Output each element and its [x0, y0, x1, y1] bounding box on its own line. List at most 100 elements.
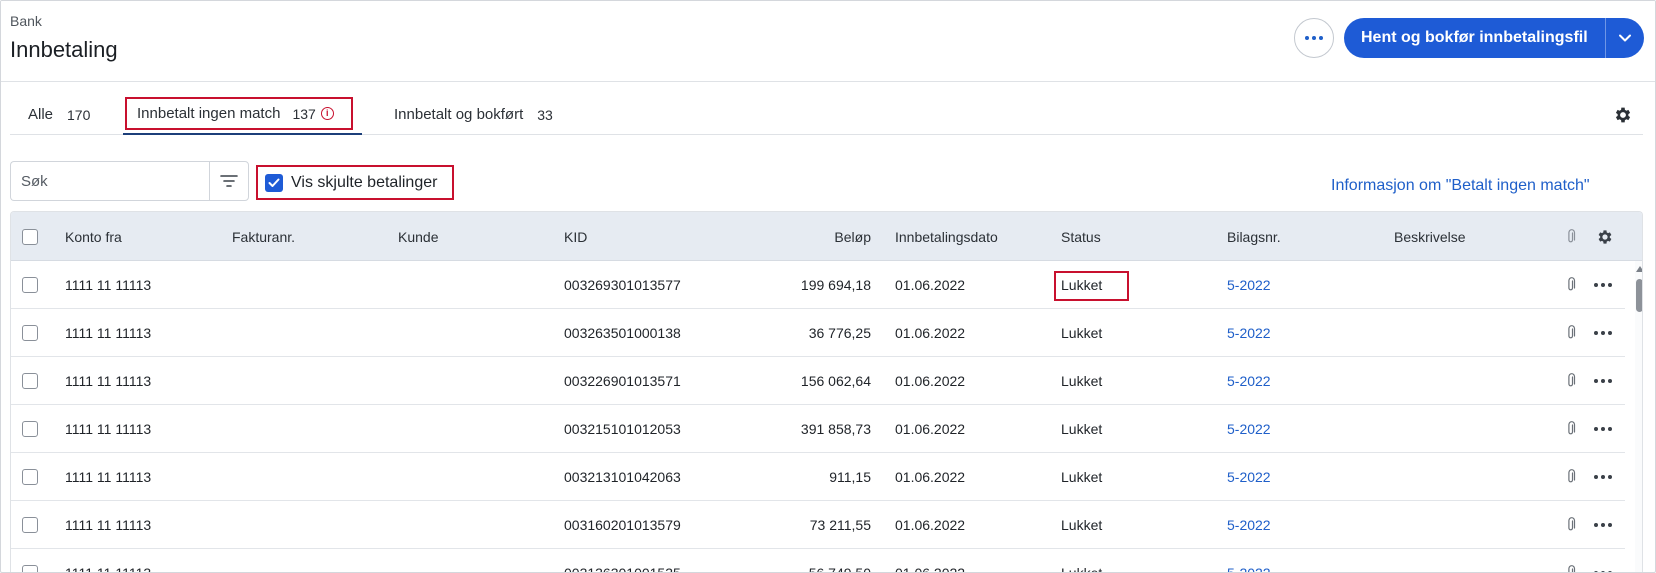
show-hidden-payments-checkbox[interactable]: Vis skjulte betalinger	[256, 165, 454, 200]
cell-status: Lukket	[1061, 277, 1103, 293]
attachment-icon[interactable]	[1566, 501, 1576, 549]
cell-bilagsnr-link[interactable]: 5-2022	[1227, 405, 1271, 453]
filter-icon	[220, 175, 238, 187]
table-header: Konto fra Fakturanr. Kunde KID Beløp Inn…	[11, 212, 1642, 261]
cell-kid: 003269301013577	[564, 277, 681, 293]
row-more-actions-button[interactable]	[1594, 309, 1612, 357]
tab-label: Innbetalt og bokført	[394, 106, 524, 123]
attachment-icon[interactable]	[1566, 261, 1576, 309]
cell-bilagsnr-link[interactable]: 5-2022	[1227, 501, 1271, 549]
cell-status: Lukket	[1061, 469, 1103, 485]
cell-kid: 003213101042063	[564, 469, 681, 485]
tab-innbetalt-ingen-match[interactable]: Innbetalt ingen match 137 i	[123, 94, 362, 135]
primary-action-dropdown-button[interactable]	[1604, 18, 1644, 58]
cell-belop: 36 776,25	[808, 325, 871, 341]
row-more-actions-button[interactable]	[1594, 453, 1612, 501]
cell-status: Lukket	[1061, 373, 1103, 389]
cell-belop: 156 062,64	[800, 373, 871, 389]
row-more-actions-button[interactable]	[1594, 405, 1612, 453]
attachment-icon[interactable]	[1566, 405, 1576, 453]
highlight-box	[125, 97, 353, 130]
primary-action-group: Hent og bokfør innbetalingsfil	[1344, 18, 1644, 58]
cell-belop: 911,15	[829, 469, 871, 485]
search-input[interactable]	[10, 161, 210, 201]
cell-innbetalingsdato: 01.06.2022	[895, 565, 966, 573]
row-checkbox[interactable]	[22, 357, 38, 405]
column-header-kunde[interactable]: Kunde	[398, 212, 438, 261]
cell-bilagsnr-link[interactable]: 5-2022	[1227, 549, 1271, 572]
cell-konto-fra: 1111 11 11113	[65, 373, 152, 389]
column-header-kid[interactable]: KID	[564, 212, 587, 261]
info-link[interactable]: Informasjon om "Betalt ingen match"	[1331, 177, 1590, 195]
column-header-fakturanr[interactable]: Fakturanr.	[232, 212, 295, 261]
tab-count: 170	[67, 106, 91, 123]
table-row[interactable]: 1111 11 11113 003160201013579 73 211,55 01.…	[11, 501, 1625, 549]
row-checkbox[interactable]	[22, 405, 38, 453]
filter-button[interactable]	[209, 161, 249, 201]
attachment-header-icon	[1566, 212, 1576, 261]
cell-bilagsnr-link[interactable]: 5-2022	[1227, 453, 1271, 501]
column-header-innbetalingsdato[interactable]: Innbetalingsdato	[895, 212, 998, 261]
table-row[interactable]: 1111 11 11113 003213101042063 911,15 01.06.…	[11, 453, 1625, 501]
tab-innbetalt-og-bokfort[interactable]: Innbetalt og bokført 33	[394, 94, 553, 135]
cell-kid: 003160201013579	[564, 517, 681, 533]
row-checkbox[interactable]	[22, 309, 38, 357]
cell-bilagsnr-link[interactable]: 5-2022	[1227, 261, 1271, 309]
attachment-icon[interactable]	[1566, 357, 1576, 405]
row-checkbox[interactable]	[22, 261, 38, 309]
cell-status: Lukket	[1061, 517, 1103, 533]
attachment-icon[interactable]	[1566, 453, 1576, 501]
column-header-konto-fra[interactable]: Konto fra	[65, 212, 122, 261]
table-row[interactable]: 1111 11 11113 003215101012053 391 858,73 01…	[11, 405, 1625, 453]
row-checkbox[interactable]	[22, 501, 38, 549]
attachment-icon[interactable]	[1566, 309, 1576, 357]
more-horizontal-icon	[1305, 36, 1323, 40]
row-more-actions-button[interactable]	[1594, 261, 1612, 309]
row-more-actions-button[interactable]	[1594, 357, 1612, 405]
cell-innbetalingsdato: 01.06.2022	[895, 277, 966, 293]
column-settings-gear-icon[interactable]	[1596, 212, 1614, 261]
more-horizontal-icon	[1594, 283, 1612, 287]
tab-alle[interactable]: Alle 170	[28, 94, 90, 135]
scrollbar-thumb[interactable]	[1636, 279, 1642, 312]
cell-innbetalingsdato: 01.06.2022	[895, 517, 966, 533]
cell-konto-fra: 1111 11 11113	[65, 325, 152, 341]
table-row[interactable]: 1111 11 11113 003269301013577 199 694,18 01…	[11, 261, 1625, 309]
more-actions-button[interactable]	[1294, 18, 1334, 58]
row-more-actions-button[interactable]	[1594, 549, 1612, 572]
column-header-status[interactable]: Status	[1061, 212, 1101, 261]
row-more-actions-button[interactable]	[1594, 501, 1612, 549]
row-checkbox[interactable]	[22, 453, 38, 501]
table-row[interactable]: 1111 11 11113 003226901013571 156 062,64 01…	[11, 357, 1625, 405]
cell-belop: 199 694,18	[800, 277, 871, 293]
cell-konto-fra: 1111 11 11113	[65, 277, 152, 293]
more-horizontal-icon	[1594, 379, 1612, 383]
cell-status: Lukket	[1061, 325, 1103, 341]
column-header-bilagsnr[interactable]: Bilagsnr.	[1227, 212, 1281, 261]
vertical-scrollbar[interactable]	[1635, 261, 1642, 572]
cell-konto-fra: 1111 11 11113	[65, 469, 152, 485]
page-header: Bank Innbetaling Hent og bokfør innbetal…	[1, 1, 1655, 82]
app-frame: Bank Innbetaling Hent og bokfør innbetal…	[0, 0, 1656, 573]
cell-bilagsnr-link[interactable]: 5-2022	[1227, 357, 1271, 405]
tab-label: Alle	[28, 106, 54, 123]
column-header-belop[interactable]: Beløp	[801, 212, 871, 261]
breadcrumb[interactable]: Bank	[10, 13, 42, 29]
payments-table: Konto fra Fakturanr. Kunde KID Beløp Inn…	[10, 211, 1643, 573]
table-row[interactable]: 1111 11 11113 003263501000138 36 776,25 01.…	[11, 309, 1625, 357]
cell-konto-fra: 1111 11 11113	[65, 421, 152, 437]
more-horizontal-icon	[1594, 427, 1612, 431]
row-checkbox[interactable]	[22, 549, 38, 572]
table-row[interactable]: 1111 11 11113 003136301001535 56 749,50 01.…	[11, 549, 1625, 573]
select-all-checkbox[interactable]	[22, 212, 38, 261]
more-horizontal-icon	[1594, 475, 1612, 479]
cell-bilagsnr-link[interactable]: 5-2022	[1227, 309, 1271, 357]
column-header-beskrivelse[interactable]: Beskrivelse	[1394, 212, 1466, 261]
fetch-and-post-file-button[interactable]: Hent og bokfør innbetalingsfil	[1344, 18, 1605, 58]
more-horizontal-icon	[1594, 331, 1612, 335]
gear-icon[interactable]	[1613, 105, 1633, 125]
scroll-up-icon[interactable]	[1636, 266, 1642, 272]
cell-kid: 003263501000138	[564, 325, 681, 341]
cell-kid: 003136301001535	[564, 565, 681, 573]
attachment-icon[interactable]	[1566, 549, 1576, 572]
